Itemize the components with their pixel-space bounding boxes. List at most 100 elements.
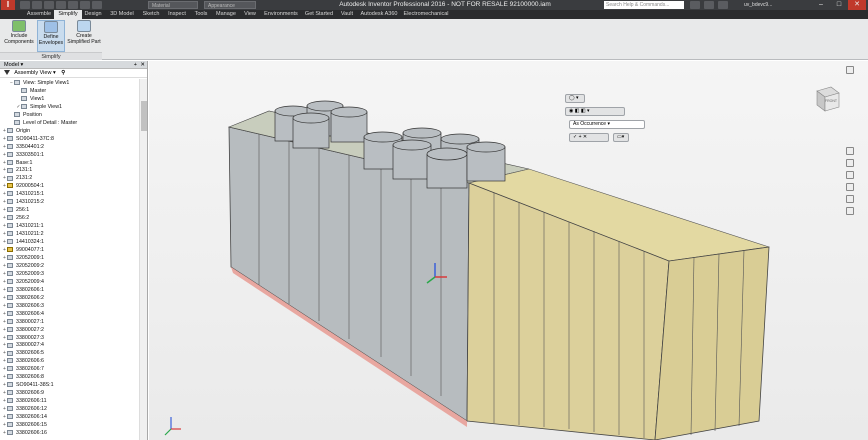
tree-row[interactable]: +14310211:2 — [0, 230, 139, 238]
maximize-icon[interactable]: □ — [830, 0, 848, 10]
tab-autodesk-a360[interactable]: Autodesk A360 — [358, 10, 400, 19]
redo-icon[interactable] — [68, 1, 78, 9]
tree-row[interactable]: Level of Detail : Master — [0, 119, 139, 127]
define-envelopes-button[interactable]: Define Envelopes — [37, 20, 65, 52]
search-icon[interactable] — [690, 1, 700, 9]
tree-row[interactable]: +33800027:1 — [0, 318, 139, 326]
tree-row[interactable]: +2131:1 — [0, 166, 139, 174]
tree-row[interactable]: +14310211:1 — [0, 222, 139, 230]
tree-row[interactable]: +33802606:5 — [0, 349, 139, 357]
find-icon[interactable]: ⚲ — [61, 70, 65, 76]
tree-row[interactable]: +33802606:4 — [0, 310, 139, 318]
tree-row[interactable]: +2131:2 — [0, 174, 139, 182]
tree-row[interactable]: Master — [0, 87, 139, 95]
tree-row[interactable]: +33802606:1 — [0, 286, 139, 294]
inventor-logo-icon[interactable]: I — [1, 0, 15, 10]
tree-row[interactable]: +33802606:14 — [0, 413, 139, 421]
user-name[interactable]: uv_bdevc9... — [744, 0, 804, 10]
tree-row[interactable]: +33802606:9 — [0, 389, 139, 397]
tree-row[interactable]: +33802606:7 — [0, 365, 139, 373]
appearance-combo[interactable]: Appearance — [204, 1, 256, 9]
tree-row[interactable]: +32052009:2 — [0, 262, 139, 270]
minitoolbar-actions[interactable]: ✓ + ✕ — [569, 133, 609, 142]
view-face-icon[interactable] — [846, 195, 854, 203]
tab-simplify[interactable]: Simplify — [54, 10, 82, 19]
tree-row[interactable]: +33802606:6 — [0, 357, 139, 365]
tree-row[interactable]: +32052009:1 — [0, 254, 139, 262]
tree-row[interactable]: + SO90411-37C:8 — [0, 135, 139, 143]
tab-view[interactable]: View — [240, 10, 260, 19]
tree-row[interactable]: + SO90411-38S:1 — [0, 381, 139, 389]
zoom-icon[interactable] — [846, 171, 854, 179]
scroll-thumb[interactable] — [141, 101, 147, 131]
new-icon[interactable] — [20, 1, 30, 9]
tab-manage[interactable]: Manage — [212, 10, 240, 19]
include-components-button[interactable]: Include Components — [2, 20, 36, 52]
tree-row[interactable]: +33802606:2 — [0, 294, 139, 302]
cart-icon[interactable] — [704, 1, 714, 9]
material-combo[interactable]: Material — [148, 1, 198, 9]
tree-row[interactable]: +33800027:2 — [0, 326, 139, 334]
tree-row[interactable]: View1 — [0, 95, 139, 103]
tree-row[interactable]: +256:1 — [0, 206, 139, 214]
orbit-icon[interactable] — [846, 183, 854, 191]
tree-row[interactable]: +32052009:3 — [0, 270, 139, 278]
tab-environments[interactable]: Environments — [260, 10, 302, 19]
tab-vault[interactable]: Vault — [336, 10, 358, 19]
graphics-viewport[interactable]: ◯ ▾ ◉ ◧ ◧ ▾ As Occurrence ▾ ✓ + ✕ ▭▾ FRO… — [149, 61, 868, 440]
minitoolbar-handle[interactable]: ◯ ▾ — [565, 94, 585, 103]
tab-sketch[interactable]: Sketch — [138, 10, 164, 19]
tree-row[interactable]: +33802606:3 — [0, 302, 139, 310]
tree-row[interactable]: +33802606:8 — [0, 373, 139, 381]
tree-row[interactable]: + Base:1 — [0, 159, 139, 167]
pan-icon[interactable] — [846, 159, 854, 167]
minitoolbar-filters[interactable]: ◉ ◧ ◧ ▾ — [565, 107, 625, 116]
tab-inspect[interactable]: Inspect — [164, 10, 190, 19]
tree-row[interactable]: +33800027:4 — [0, 341, 139, 349]
full-navigation-wheel-icon[interactable] — [846, 147, 854, 155]
tree-row[interactable]: +92000504:1 — [0, 182, 139, 190]
tab-tools[interactable]: Tools — [190, 10, 212, 19]
tree-row[interactable]: +33802606:16 — [0, 429, 139, 437]
search-input[interactable]: Search Help & Commands... — [604, 1, 684, 9]
assembly-view-dropdown[interactable]: Assembly View — [14, 70, 51, 76]
tab-assemble[interactable]: Assemble — [24, 10, 54, 19]
select-icon[interactable] — [92, 1, 102, 9]
tree-row[interactable]: − View: Simple View1 — [0, 79, 139, 87]
minitoolbar-options[interactable]: ▭▾ — [613, 133, 629, 142]
tree-row[interactable]: +14410324:1 — [0, 238, 139, 246]
tree-row[interactable]: ✓ Simple View1 — [0, 103, 139, 111]
close-icon[interactable]: ✕ — [848, 0, 866, 10]
update-icon[interactable] — [80, 1, 90, 9]
tree-row[interactable]: +33802606:12 — [0, 405, 139, 413]
close-browser-icon[interactable]: ✕ — [140, 61, 145, 69]
tree-row[interactable]: +99004077:1 — [0, 246, 139, 254]
tab-electromechanical[interactable]: Electromechanical — [400, 10, 452, 19]
tree-row[interactable]: +14310215:2 — [0, 198, 139, 206]
tree-row[interactable]: +33802606:15 — [0, 421, 139, 429]
add-browser-icon[interactable]: + — [134, 61, 137, 69]
browser-title[interactable]: Model — [4, 62, 19, 68]
open-icon[interactable] — [32, 1, 42, 9]
tab-get-started[interactable]: Get Started — [302, 10, 336, 19]
undo-icon[interactable] — [56, 1, 66, 9]
tab-3d-model[interactable]: 3D Model — [106, 10, 138, 19]
save-icon[interactable] — [44, 1, 54, 9]
tree-row[interactable]: +33303501:1 — [0, 151, 139, 159]
minimize-icon[interactable]: – — [812, 0, 830, 10]
tree-row[interactable]: Position — [0, 111, 139, 119]
tab-design[interactable]: Design — [82, 10, 104, 19]
home-view-icon[interactable] — [846, 66, 854, 74]
signin-icon[interactable] — [718, 1, 728, 9]
viewcube[interactable]: FRONT — [811, 81, 843, 113]
browser-scrollbar[interactable] — [139, 79, 147, 440]
tree-row[interactable]: +33504401:2 — [0, 143, 139, 151]
tree-row[interactable]: +33800027:3 — [0, 334, 139, 342]
tree-row[interactable]: +32052009:4 — [0, 278, 139, 286]
tree-row[interactable]: + Origin — [0, 127, 139, 135]
tree-row[interactable]: +256:2 — [0, 214, 139, 222]
tree-row[interactable]: +14310215:1 — [0, 190, 139, 198]
create-simplified-part-button[interactable]: Create Simplified Part — [66, 20, 102, 52]
filter-icon[interactable] — [4, 70, 10, 76]
tree-row[interactable]: +33802606:11 — [0, 397, 139, 405]
